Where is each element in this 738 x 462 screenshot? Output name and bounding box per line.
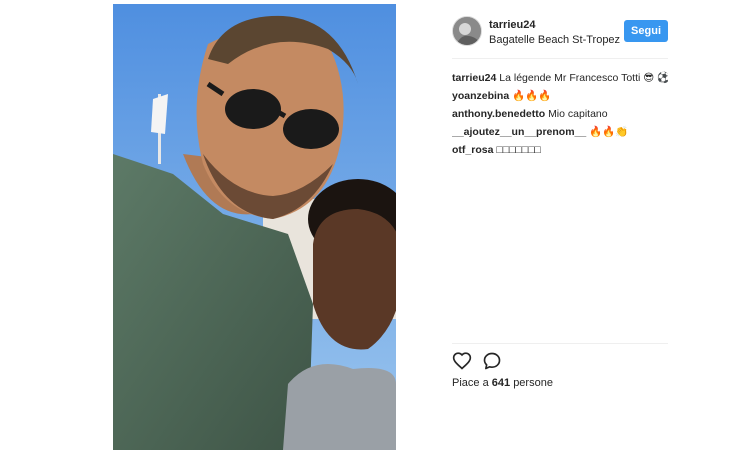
comment-text: Mio capitano: [548, 108, 608, 120]
comment-item: yoanzebina 🔥🔥🔥: [452, 87, 668, 105]
likes-number: 641: [491, 377, 511, 389]
comment-username[interactable]: yoanzebina: [452, 90, 509, 102]
comment-item: anthony.benedetto Mio capitano: [452, 105, 668, 123]
comment-item: __ajoutez__un__prenom__ 🔥🔥👏: [452, 123, 668, 141]
comment-text: □□□□□□□: [496, 144, 541, 156]
likes-count[interactable]: Piace a 641 persone: [452, 377, 553, 389]
likes-prefix: Piace a: [452, 377, 489, 389]
comment-text: La légende Mr Francesco Totti 😎 ⚽: [499, 72, 668, 84]
avatar[interactable]: [452, 16, 482, 46]
post-photo[interactable]: [113, 4, 396, 450]
post-sidebar: tarrieu24 Bagatelle Beach St-Tropez Segu…: [452, 12, 668, 450]
comment-item: tarrieu24 La légende Mr Francesco Totti …: [452, 69, 668, 87]
follow-button[interactable]: Segui: [624, 20, 668, 42]
selfie-image: [113, 4, 396, 450]
comment-username[interactable]: otf_rosa: [452, 144, 493, 156]
comments-list: tarrieu24 La légende Mr Francesco Totti …: [452, 69, 668, 159]
post-header: tarrieu24 Bagatelle Beach St-Tropez Segu…: [452, 16, 668, 52]
post-username[interactable]: tarrieu24: [489, 19, 535, 31]
post-actions: [452, 351, 532, 373]
comment-username[interactable]: __ajoutez__un__prenom__: [452, 126, 586, 138]
comment-username[interactable]: anthony.benedetto: [452, 108, 545, 120]
header-divider: [452, 58, 668, 59]
heart-icon[interactable]: [452, 351, 472, 371]
comment-item: otf_rosa □□□□□□□: [452, 141, 668, 159]
post-location[interactable]: Bagatelle Beach St-Tropez: [489, 34, 620, 46]
actions-divider: [452, 343, 668, 344]
comment-text: 🔥🔥🔥: [512, 90, 552, 102]
comment-username[interactable]: tarrieu24: [452, 72, 496, 84]
likes-suffix: persone: [513, 377, 553, 389]
comment-bubble-icon[interactable]: [482, 351, 502, 371]
comment-text: 🔥🔥👏: [589, 126, 629, 138]
